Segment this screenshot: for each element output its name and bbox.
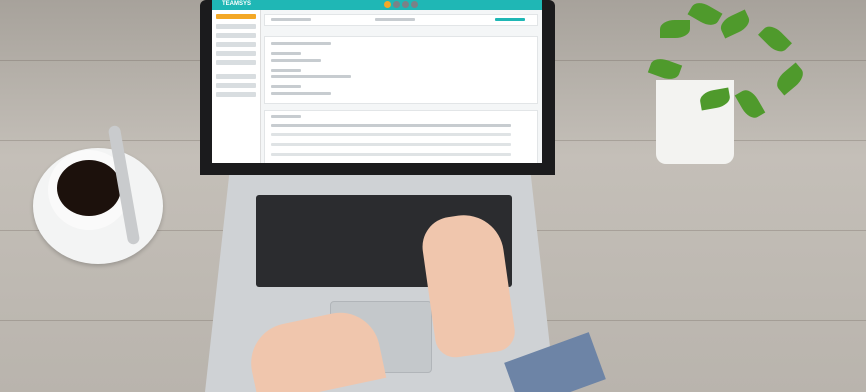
- main-content: [264, 14, 538, 163]
- text-line: [271, 92, 331, 95]
- sidebar-item[interactable]: [216, 14, 256, 19]
- text-line: [271, 85, 301, 88]
- app-header: TEAMSYS: [212, 0, 542, 10]
- table-row[interactable]: [271, 133, 511, 136]
- toolbar-panel: [264, 14, 538, 26]
- status-dot-icon: [393, 1, 400, 8]
- status-dot-icon: [402, 1, 409, 8]
- table-header: [271, 124, 511, 127]
- text-line: [271, 42, 331, 45]
- text-line: [271, 115, 301, 118]
- sidebar-item[interactable]: [216, 92, 256, 97]
- leaf: [660, 20, 690, 38]
- sidebar-item[interactable]: [216, 42, 256, 47]
- text-line: [271, 18, 311, 21]
- text-line: [375, 18, 415, 21]
- leaf: [734, 86, 766, 122]
- leaf: [717, 9, 753, 39]
- leaf: [687, 0, 723, 30]
- table-row[interactable]: [271, 153, 511, 156]
- sidebar-item[interactable]: [216, 51, 256, 56]
- text-line: [271, 59, 321, 62]
- table-row[interactable]: [271, 143, 511, 146]
- text-line: [271, 75, 351, 78]
- brand-logo: TEAMSYS: [222, 1, 252, 7]
- sidebar-item[interactable]: [216, 60, 256, 65]
- status-dot-icon: [384, 1, 391, 8]
- laptop-screen: TEAMSYS: [212, 0, 542, 163]
- details-panel: [264, 36, 538, 104]
- sidebar-item[interactable]: [216, 24, 256, 29]
- sidebar-item[interactable]: [216, 74, 256, 79]
- leaf: [772, 62, 808, 96]
- sidebar-item[interactable]: [216, 83, 256, 88]
- coffee: [57, 160, 121, 216]
- text-line[interactable]: [495, 18, 525, 21]
- sidebar-item[interactable]: [216, 33, 256, 38]
- text-line: [271, 69, 301, 72]
- text-line: [271, 52, 301, 55]
- table-panel: [264, 110, 538, 163]
- sidebar: [212, 10, 261, 163]
- status-dot-icon: [411, 1, 418, 8]
- leaf: [758, 22, 792, 56]
- desk-photo: TEAMSYS: [0, 0, 866, 392]
